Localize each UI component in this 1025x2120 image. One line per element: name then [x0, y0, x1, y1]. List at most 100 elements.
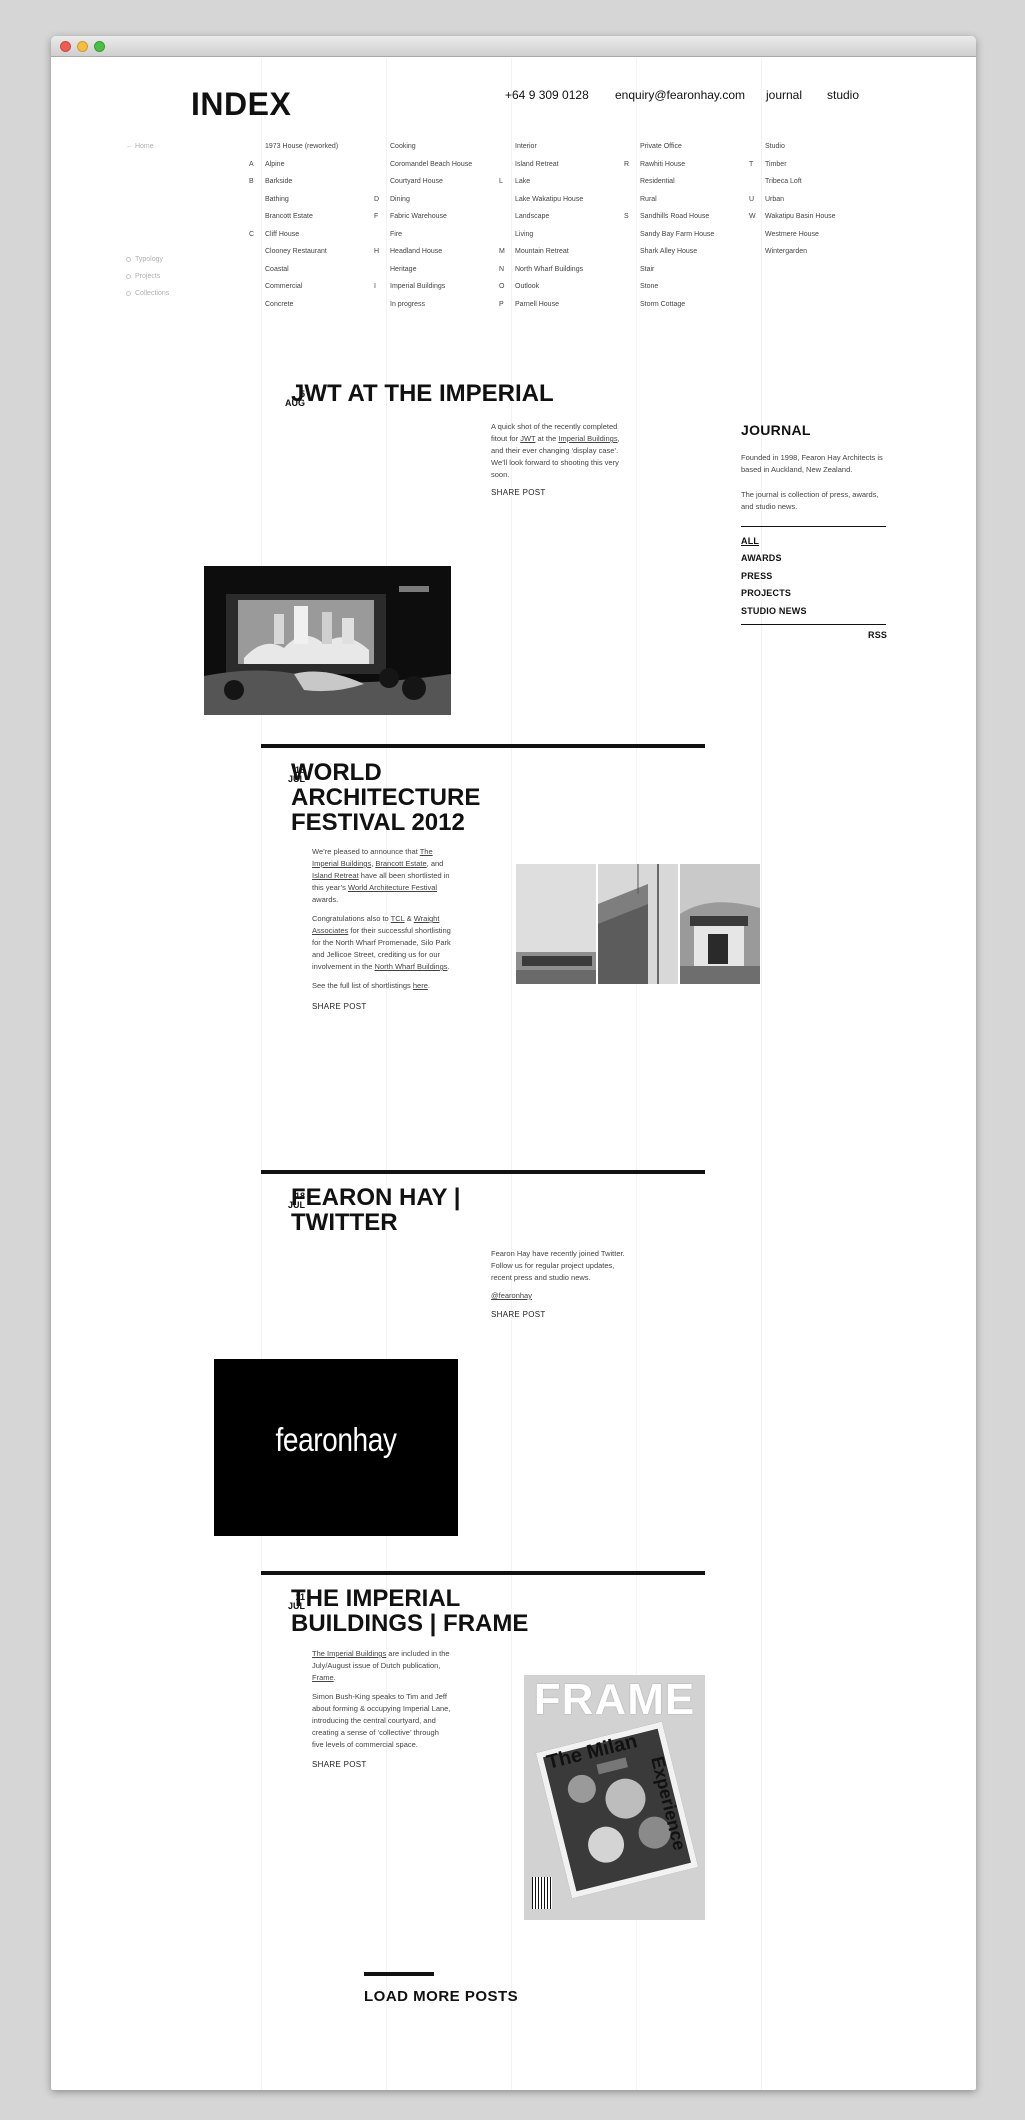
- index-project-link[interactable]: Living: [515, 231, 533, 238]
- index-letter: D: [374, 195, 380, 203]
- journal-filter-press[interactable]: PRESS: [741, 571, 773, 581]
- index-project-link[interactable]: Wintergarden: [765, 248, 807, 255]
- index-letter: O: [499, 283, 505, 290]
- sidebar-home-label: Home: [134, 143, 154, 150]
- post-image-wide-landscape[interactable]: [516, 864, 596, 984]
- post-link[interactable]: JWT: [520, 434, 535, 443]
- post-title[interactable]: WORLD ARCHITECTURE FESTIVAL 2012: [291, 760, 480, 835]
- index-project-link[interactable]: Coastal: [265, 266, 289, 273]
- sidebar-typology-label: Typology: [135, 256, 164, 263]
- index-project-link[interactable]: Island Retreat: [515, 161, 559, 168]
- share-post-link[interactable]: SHARE POST: [312, 1002, 367, 1011]
- nav-studio[interactable]: studio: [827, 88, 859, 102]
- index-project-link[interactable]: Parnell House: [515, 301, 559, 308]
- index-project-link[interactable]: Urban: [765, 196, 784, 203]
- minimize-window-button[interactable]: [77, 41, 88, 52]
- sidebar-typology[interactable]: Typology: [126, 256, 163, 263]
- index-project-link[interactable]: Mountain Retreat: [515, 248, 569, 255]
- index-project-link[interactable]: Westmere House: [765, 231, 819, 238]
- index-project-link[interactable]: Courtyard House: [390, 178, 443, 185]
- share-post-link[interactable]: SHARE POST: [312, 1760, 367, 1769]
- post-title[interactable]: FEARON HAY | TWITTER: [291, 1185, 460, 1235]
- index-project-link[interactable]: Imperial Buildings: [390, 283, 445, 290]
- index-project-link[interactable]: Wakatipu Basin House: [765, 213, 836, 220]
- post-link[interactable]: World Architecture Festival: [348, 883, 437, 892]
- post-link[interactable]: Island Retreat: [312, 871, 359, 880]
- index-project-link[interactable]: Headland House: [390, 248, 442, 255]
- index-project-link[interactable]: Landscape: [515, 213, 549, 220]
- zoom-window-button[interactable]: [94, 41, 105, 52]
- index-project-link[interactable]: Brancott Estate: [265, 213, 313, 220]
- index-project-link[interactable]: Stone: [640, 283, 658, 290]
- share-post-link[interactable]: SHARE POST: [491, 488, 546, 497]
- index-project-link[interactable]: Fire: [390, 231, 402, 238]
- post-image-frame-magazine-cover[interactable]: FRAME The Milan Experience: [524, 1675, 705, 1920]
- index-project-link[interactable]: Tribeca Loft: [765, 178, 802, 185]
- phone-link[interactable]: +64 9 309 0128: [505, 88, 589, 102]
- index-project-link[interactable]: Clooney Restaurant: [265, 248, 327, 255]
- index-project-link[interactable]: Sandy Bay Farm House: [640, 231, 714, 238]
- journal-filter-studio-news[interactable]: STUDIO NEWS: [741, 606, 807, 616]
- index-project-link[interactable]: Fabric Warehouse: [390, 213, 447, 220]
- post-image-facade[interactable]: [598, 864, 678, 984]
- post-link[interactable]: Frame: [312, 1673, 334, 1682]
- post-link[interactable]: North Wharf Buildings: [375, 962, 448, 971]
- index-project-link[interactable]: Alpine: [265, 161, 284, 168]
- site-logo[interactable]: INDEX: [191, 86, 291, 123]
- nav-journal[interactable]: journal: [766, 88, 802, 102]
- journal-filter-all[interactable]: ALL: [741, 536, 759, 546]
- index-project-link[interactable]: Bathing: [265, 196, 289, 203]
- post-divider: [261, 744, 705, 748]
- index-project-link[interactable]: Dining: [390, 196, 410, 203]
- index-project-link[interactable]: Cliff House: [265, 231, 299, 238]
- post-title[interactable]: THE IMPERIAL BUILDINGS | FRAME: [291, 1586, 528, 1636]
- index-project-link[interactable]: Heritage: [390, 266, 416, 273]
- post-link[interactable]: The Imperial Buildings: [312, 1649, 386, 1658]
- sidebar-projects[interactable]: Projects: [126, 273, 160, 280]
- email-link[interactable]: enquiry@fearonhay.com: [615, 88, 745, 102]
- index-project-link[interactable]: Timber: [765, 161, 787, 168]
- magazine-masthead: FRAME: [533, 1675, 696, 1724]
- load-more-button[interactable]: LOAD MORE POSTS: [364, 1988, 518, 2005]
- sidebar-home[interactable]: ← Home: [126, 143, 154, 150]
- post-link[interactable]: TCL: [391, 914, 405, 923]
- index-project-link[interactable]: Sandhills Road House: [640, 213, 709, 220]
- index-project-link[interactable]: Storm Cottage: [640, 301, 685, 308]
- index-project-link[interactable]: Lake: [515, 178, 530, 185]
- post-link[interactable]: Imperial Buildings: [558, 434, 617, 443]
- post-link[interactable]: Brancott Estate: [375, 859, 426, 868]
- post-link[interactable]: here: [413, 981, 428, 990]
- index-project-link[interactable]: Cooking: [390, 143, 416, 150]
- load-more-rule: [364, 1972, 434, 1976]
- index-project-link[interactable]: Lake Wakatipu House: [515, 196, 583, 203]
- index-project-link[interactable]: Barkside: [265, 178, 292, 185]
- sidebar-collections[interactable]: Collections: [126, 290, 169, 297]
- index-project-link[interactable]: 1973 House (reworked): [265, 143, 338, 150]
- rss-link[interactable]: RSS: [868, 630, 887, 640]
- close-window-button[interactable]: [60, 41, 71, 52]
- twitter-handle-link[interactable]: @fearonhay: [491, 1290, 532, 1302]
- index-project-link[interactable]: Stair: [640, 266, 654, 273]
- index-project-link[interactable]: Outlook: [515, 283, 539, 290]
- index-project-link[interactable]: North Wharf Buildings: [515, 266, 583, 273]
- index-project-link[interactable]: Concrete: [265, 301, 293, 308]
- post-image-pavilion[interactable]: [680, 864, 760, 984]
- share-post-link[interactable]: SHARE POST: [491, 1310, 546, 1319]
- browser-window: INDEX +64 9 309 0128 enquiry@fearonhay.c…: [51, 36, 976, 2090]
- post-image-fearonhay-logo[interactable]: fearonhay: [214, 1359, 458, 1536]
- index-project-link[interactable]: Rawhiti House: [640, 161, 685, 168]
- index-project-link[interactable]: Coromandel Beach House: [390, 161, 472, 168]
- index-project-link[interactable]: Private Office: [640, 143, 682, 150]
- index-project-link[interactable]: Commercial: [265, 283, 302, 290]
- index-project-link[interactable]: Rural: [640, 196, 657, 203]
- index-project-link[interactable]: Interior: [515, 143, 537, 150]
- index-project-link[interactable]: In progress: [390, 301, 425, 308]
- journal-filter-projects[interactable]: PROJECTS: [741, 588, 791, 598]
- sidebar-projects-label: Projects: [135, 273, 161, 280]
- index-project-link[interactable]: Residential: [640, 178, 675, 185]
- post-image-jwt-fitout[interactable]: [204, 566, 451, 715]
- journal-filter-awards[interactable]: AWARDS: [741, 553, 782, 563]
- index-project-link[interactable]: Studio: [765, 143, 785, 150]
- post-title[interactable]: JWT AT THE IMPERIAL: [291, 381, 554, 406]
- index-project-link[interactable]: Shark Alley House: [640, 248, 697, 255]
